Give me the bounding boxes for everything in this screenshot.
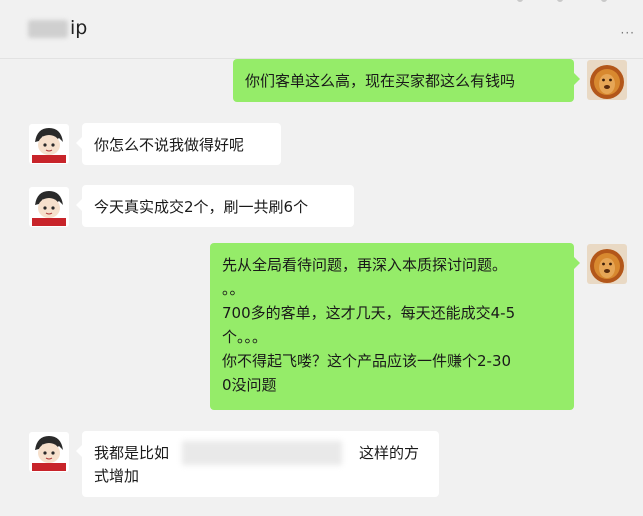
cartoon-avatar[interactable]: [29, 124, 69, 164]
message-text: 这样的方: [359, 444, 420, 462]
window-dot[interactable]: [517, 0, 523, 2]
window-dot[interactable]: [601, 0, 607, 2]
message-text: 式增加: [94, 467, 140, 485]
message-bubble[interactable]: 你们客单这么高，现在买家都这么有钱吗: [233, 59, 580, 102]
more-icon[interactable]: ···: [621, 26, 635, 40]
chat-header: ip ···: [0, 0, 643, 59]
message-text: 你们客单这么高，现在买家都这么有钱吗: [245, 72, 516, 90]
message-line: 。。: [222, 280, 245, 298]
message-line: 先从全局看待问题，再深入本质探讨问题。: [222, 256, 508, 274]
window-dot[interactable]: [557, 0, 563, 2]
message-line: 700多的客单，这才几天，每天还能成交4-5: [222, 304, 516, 322]
message-bubble[interactable]: 今天真实成交2个，刷一共刷6个: [76, 185, 354, 227]
message-text: 你怎么不说我做得好呢: [94, 136, 245, 154]
lion-avatar[interactable]: [587, 60, 627, 100]
chat-title: ip: [70, 17, 88, 39]
message-bubble[interactable]: 你怎么不说我做得好呢: [76, 123, 281, 165]
cartoon-avatar[interactable]: [29, 432, 69, 472]
redacted-name: [28, 20, 68, 38]
message-line: 个。。。: [222, 328, 268, 346]
window-controls: [517, 0, 607, 2]
message-text: 我都是比如: [94, 444, 170, 462]
redacted-text: [182, 441, 342, 465]
message-text: 今天真实成交2个，刷一共刷6个: [94, 198, 309, 216]
lion-avatar[interactable]: [587, 244, 627, 284]
cartoon-avatar[interactable]: [29, 187, 69, 227]
message-line: 你不得起飞喽？这个产品应该一件赚个2-30: [222, 352, 512, 370]
message-bubble[interactable]: 先从全局看待问题，再深入本质探讨问题。 。。 700多的客单，这才几天，每天还能…: [210, 243, 580, 410]
message-bubble[interactable]: 我都是比如 这样的方 式增加: [76, 431, 439, 497]
message-line: 0没问题: [222, 376, 277, 394]
